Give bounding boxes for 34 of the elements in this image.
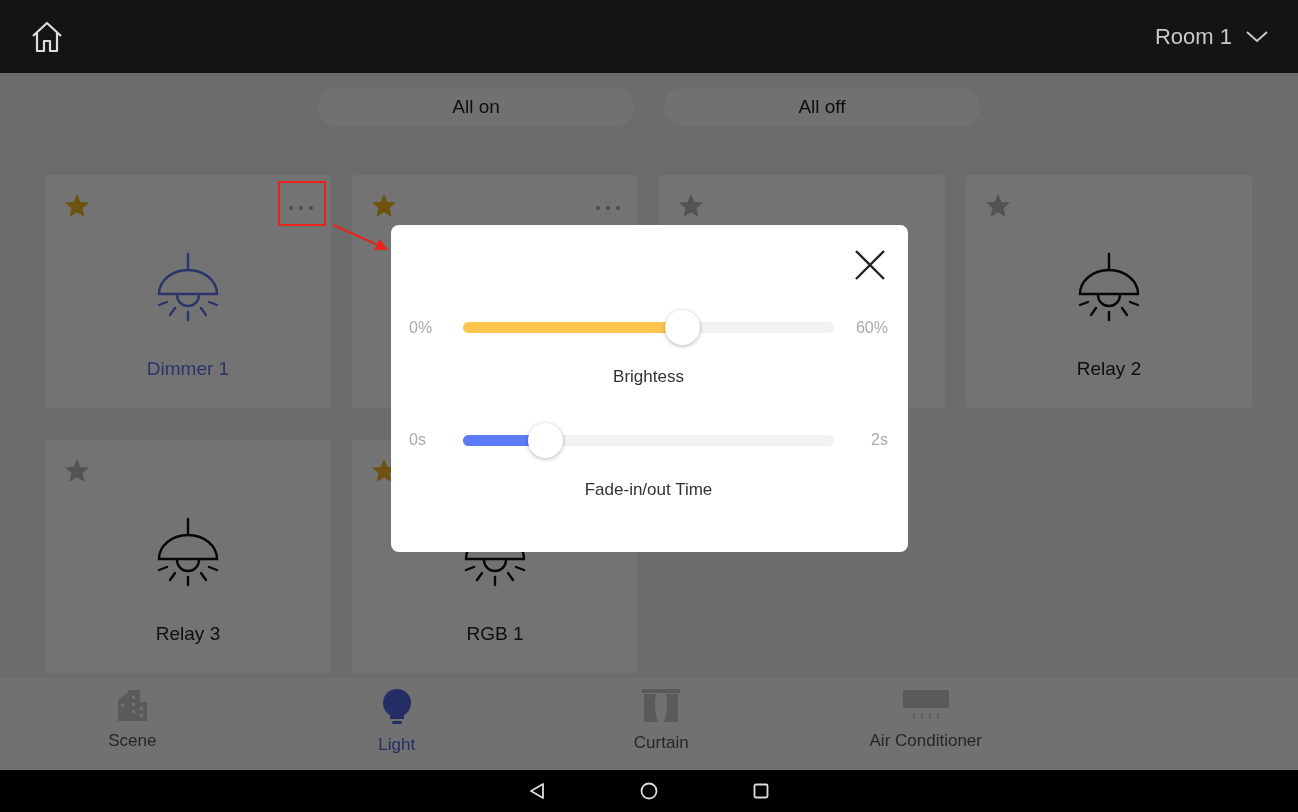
slider-min-label: 0%: [409, 317, 434, 338]
slider-thumb[interactable]: [664, 310, 700, 345]
slider-max-label: 60%: [854, 317, 888, 338]
device-name: RGB 1: [466, 622, 524, 646]
star-icon[interactable]: [678, 193, 704, 218]
nav-tab[interactable]: Air Conditioner: [793, 678, 1058, 770]
room-selector[interactable]: Room 1: [1154, 20, 1268, 53]
device-card[interactable]: Relay 2: [966, 175, 1252, 408]
slider-track[interactable]: [463, 434, 834, 446]
back-icon[interactable]: [529, 783, 545, 799]
star-icon[interactable]: [371, 193, 397, 218]
nav-tab[interactable]: Light: [264, 678, 529, 770]
action-button[interactable]: All off: [664, 88, 980, 126]
device-name: Relay 3: [155, 622, 221, 646]
slider-max-label: 2s: [870, 430, 888, 450]
slider-track[interactable]: [463, 322, 834, 333]
device-name: Relay 2: [1076, 357, 1142, 381]
star-icon[interactable]: [64, 458, 90, 483]
nav-tab[interactable]: Curtain: [529, 678, 794, 770]
slider-thumb[interactable]: [527, 422, 563, 458]
action-button[interactable]: All on: [318, 88, 634, 126]
annotation-arrow: [332, 223, 390, 253]
annotation-box: [278, 181, 326, 226]
slider-caption: Brightess: [612, 366, 685, 388]
home-circle-icon[interactable]: [640, 782, 658, 800]
device-card[interactable]: Relay 3: [45, 440, 331, 673]
star-icon[interactable]: [64, 193, 90, 218]
device-card[interactable]: Dimmer 1: [45, 175, 331, 408]
recents-icon[interactable]: [753, 783, 769, 799]
star-icon[interactable]: [985, 193, 1011, 218]
home-icon[interactable]: [30, 19, 64, 54]
device-name: Dimmer 1: [146, 357, 230, 381]
chevron-down-icon[interactable]: [1246, 30, 1268, 43]
nav-tab[interactable]: Scene: [0, 678, 265, 770]
